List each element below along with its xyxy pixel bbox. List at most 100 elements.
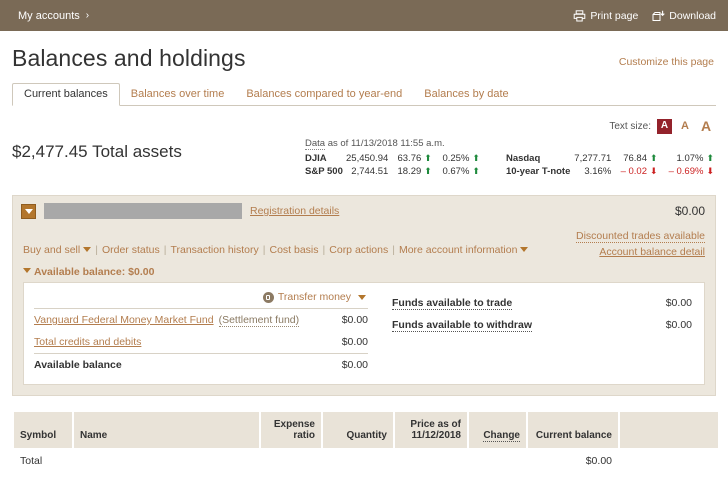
- column-header-expense-ratio[interactable]: Expense ratio: [261, 412, 321, 448]
- spacer-cell: [480, 165, 506, 178]
- column-header-change[interactable]: Change: [469, 412, 526, 448]
- transfer-money-control[interactable]: Transfer money: [34, 289, 368, 308]
- registration-details-link[interactable]: Registration details: [250, 205, 339, 217]
- price-line1: Price as of: [410, 419, 461, 430]
- column-header-name[interactable]: Name: [74, 412, 259, 448]
- table-row: DJIA 25,450.94 63.76⬆ 0.25%⬆ Nasdaq 7,27…: [305, 152, 714, 165]
- corp-actions-link[interactable]: Corp actions: [329, 244, 388, 256]
- chevron-down-icon[interactable]: [83, 247, 91, 252]
- account-right-links: Discounted trades available Account bala…: [576, 228, 705, 258]
- spacer-cell: [480, 152, 506, 165]
- index-name-djia: DJIA: [305, 152, 344, 165]
- table-row: Funds available to trade $0.00: [392, 292, 692, 314]
- column-header-actions: [620, 412, 718, 448]
- account-action-links: Buy and sell|Order status|Transaction hi…: [23, 228, 528, 258]
- chevron-down-icon[interactable]: [520, 247, 528, 252]
- available-balance-card: Transfer money Vanguard Federal Money Ma…: [23, 282, 705, 385]
- link-separator: |: [160, 244, 171, 256]
- account-balance-detail-link[interactable]: Account balance detail: [576, 246, 705, 258]
- total-credits-and-debits-link[interactable]: Total credits and debits: [34, 336, 141, 348]
- holdings-table-section: Symbol Name Expense ratio Quantity Price…: [12, 412, 716, 467]
- breadcrumb-my-accounts[interactable]: My accounts: [18, 10, 80, 22]
- assets-and-market-row: $2,477.45 Total assets Data as of 11/13/…: [0, 135, 728, 178]
- link-separator: |: [319, 244, 330, 256]
- index-change-tnote: – 0.02: [621, 166, 647, 177]
- page-title: Balances and holdings: [12, 45, 246, 72]
- text-size-large-button[interactable]: A: [698, 117, 714, 135]
- account-header-row: Registration details $0.00: [13, 196, 715, 226]
- column-header-symbol[interactable]: Symbol: [14, 412, 72, 448]
- index-change-nasdaq: 76.84: [623, 153, 647, 164]
- available-balance-header[interactable]: Available balance: $0.00: [13, 266, 715, 282]
- download-button[interactable]: Download: [652, 10, 716, 22]
- tab-balances-compared-to-year-end[interactable]: Balances compared to year-end: [235, 84, 413, 105]
- global-top-bar: My accounts › Print page Download: [0, 0, 728, 31]
- up-arrow-icon: ⬆: [421, 153, 432, 163]
- funds-available-to-withdraw-link[interactable]: Funds available to withdraw: [392, 319, 532, 332]
- discounted-trades-available-link[interactable]: Discounted trades available: [576, 230, 705, 243]
- more-account-information-link[interactable]: More account information: [399, 244, 517, 256]
- tab-balances-over-time[interactable]: Balances over time: [120, 84, 236, 105]
- account-total-amount: $0.00: [675, 204, 705, 218]
- vanguard-federal-money-market-fund-link[interactable]: Vanguard Federal Money Market Fund: [34, 314, 214, 326]
- column-header-quantity[interactable]: Quantity: [323, 412, 393, 448]
- total-row-name: [74, 448, 259, 467]
- print-page-button[interactable]: Print page: [573, 10, 638, 22]
- funds-available-to-trade-link[interactable]: Funds available to trade: [392, 297, 512, 310]
- expense-ratio-line1: Expense: [274, 419, 315, 430]
- index-name-tnote: 10-year T-note: [506, 165, 573, 178]
- coin-icon: [263, 292, 274, 303]
- total-assets: $2,477.45 Total assets: [12, 138, 305, 162]
- up-arrow-icon: ⬆: [421, 166, 432, 176]
- up-arrow-icon: ⬆: [469, 153, 480, 163]
- funds-available-to-withdraw-amount: $0.00: [645, 314, 692, 336]
- available-balance-right: Funds available to trade $0.00 Funds ava…: [378, 283, 704, 384]
- text-size-control: Text size: A A A: [0, 117, 714, 135]
- total-assets-label: Total assets: [92, 142, 182, 161]
- tab-current-balances[interactable]: Current balances: [12, 83, 120, 106]
- down-arrow-icon: ⬇: [703, 166, 714, 176]
- index-percent-nasdaq: 1.07%: [677, 153, 704, 164]
- column-header-current-balance[interactable]: Current balance: [528, 412, 618, 448]
- market-data-asof: Data as of 11/13/2018 11:55 a.m.: [305, 138, 714, 149]
- expense-ratio-line2: ratio: [293, 430, 315, 441]
- buy-and-sell-link[interactable]: Buy and sell: [23, 244, 80, 256]
- table-row: S&P 500 2,744.51 18.29⬆ 0.67%⬆ 10-year T…: [305, 165, 714, 178]
- table-row: Total credits and debits $0.00: [34, 331, 368, 354]
- tab-balances-by-date[interactable]: Balances by date: [413, 84, 519, 105]
- chevron-down-icon[interactable]: [358, 295, 366, 300]
- funds-available-to-trade-cell: Funds available to trade: [392, 292, 645, 314]
- column-header-change-label: Change: [483, 430, 520, 442]
- index-value-sp500: 2,744.51: [344, 165, 396, 178]
- text-size-small-button[interactable]: A: [657, 119, 672, 134]
- up-arrow-icon: ⬆: [469, 166, 480, 176]
- breadcrumb[interactable]: My accounts ›: [18, 10, 89, 22]
- available-balance-header-label: Available balance: $0.00: [34, 266, 154, 278]
- total-row-label: Total: [14, 448, 72, 467]
- total-assets-amount: $2,477.45: [12, 142, 88, 161]
- up-arrow-icon: ⬆: [647, 153, 658, 163]
- cost-basis-link[interactable]: Cost basis: [270, 244, 319, 256]
- total-row-actions: [620, 448, 718, 467]
- transaction-history-link[interactable]: Transaction history: [170, 244, 258, 256]
- print-page-label: Print page: [590, 10, 638, 22]
- settlement-fund-note[interactable]: (Settlement fund): [219, 314, 300, 327]
- collapse-toggle-button[interactable]: [21, 204, 36, 219]
- text-size-medium-button[interactable]: A: [678, 118, 692, 134]
- customize-this-page-link[interactable]: Customize this page: [619, 56, 714, 72]
- table-row: Vanguard Federal Money Market Fund (Settl…: [34, 309, 368, 332]
- transfer-money-label: Transfer money: [278, 291, 351, 303]
- index-name-sp500: S&P 500: [305, 165, 344, 178]
- index-percent-tnote: – 0.69%: [669, 166, 704, 177]
- chevron-down-icon: [23, 268, 31, 273]
- order-status-link[interactable]: Order status: [102, 244, 160, 256]
- page-title-row: Balances and holdings Customize this pag…: [0, 31, 728, 72]
- download-icon: [652, 10, 665, 22]
- market-data-word[interactable]: Data: [305, 138, 325, 150]
- table-row: Total $0.00: [14, 448, 718, 467]
- column-header-price[interactable]: Price as of 11/12/2018: [395, 412, 467, 448]
- total-row-quantity: [323, 448, 393, 467]
- table-row: Funds available to withdraw $0.00: [392, 314, 692, 336]
- index-value-tnote: 3.16%: [573, 165, 620, 178]
- settlement-fund-cell: Vanguard Federal Money Market Fund (Settl…: [34, 309, 338, 332]
